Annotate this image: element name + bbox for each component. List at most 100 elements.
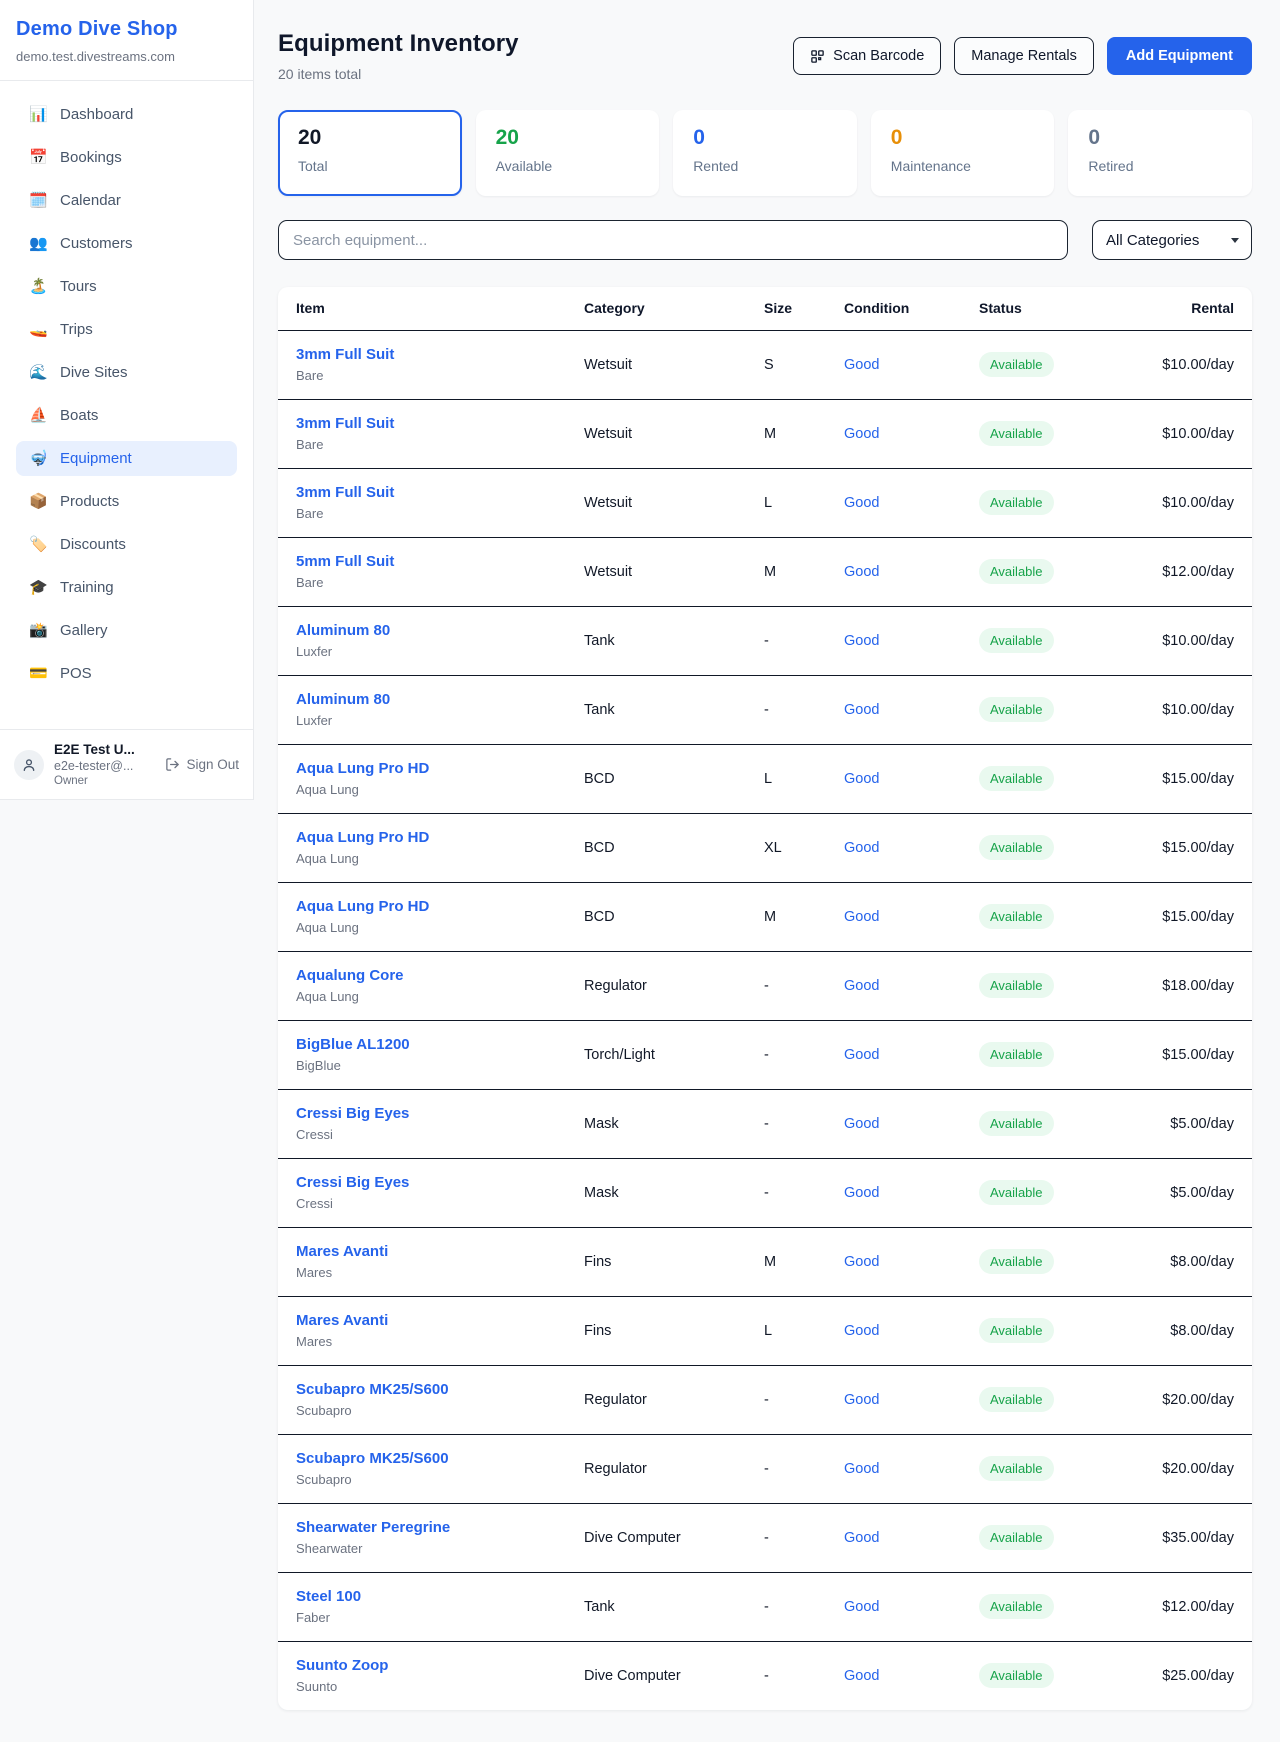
item-condition-link[interactable]: Good xyxy=(844,702,879,718)
sidebar-item-pos[interactable]: 💳 POS xyxy=(16,656,237,691)
item-condition-link[interactable]: Good xyxy=(844,1185,879,1201)
sidebar-item-training[interactable]: 🎓 Training xyxy=(16,570,237,605)
item-name-link[interactable]: 3mm Full Suit xyxy=(296,346,394,363)
status-badge: Available xyxy=(979,421,1054,446)
item-condition-link[interactable]: Good xyxy=(844,1530,879,1546)
stat-card-maintenance[interactable]: 0 Maintenance xyxy=(871,110,1055,196)
item-condition-link[interactable]: Good xyxy=(844,1668,879,1684)
item-condition-link[interactable]: Good xyxy=(844,564,879,580)
item-category: Wetsuit xyxy=(568,399,748,468)
sidebar-item-dashboard[interactable]: 📊 Dashboard xyxy=(16,97,237,132)
item-name-link[interactable]: Cressi Big Eyes xyxy=(296,1105,409,1122)
item-category: Tank xyxy=(568,606,748,675)
user-role: Owner xyxy=(54,775,135,787)
item-condition-link[interactable]: Good xyxy=(844,1254,879,1270)
sidebar-item-trips[interactable]: 🚤 Trips xyxy=(16,312,237,347)
item-brand: Bare xyxy=(296,506,552,521)
item-brand: Faber xyxy=(296,1610,552,1625)
item-rental: $8.00/day xyxy=(1123,1227,1252,1296)
filter-row: All Categories xyxy=(278,220,1252,260)
sidebar-item-equipment[interactable]: 🤿 Equipment xyxy=(16,441,237,476)
item-name-link[interactable]: Aluminum 80 xyxy=(296,691,390,708)
item-condition-link[interactable]: Good xyxy=(844,1461,879,1477)
item-category: Fins xyxy=(568,1296,748,1365)
item-category: Wetsuit xyxy=(568,537,748,606)
item-condition-link[interactable]: Good xyxy=(844,495,879,511)
item-name-link[interactable]: 3mm Full Suit xyxy=(296,415,394,432)
item-rental: $25.00/day xyxy=(1123,1641,1252,1710)
item-name-link[interactable]: Aqualung Core xyxy=(296,967,404,984)
brand-title: Demo Dive Shop xyxy=(16,18,237,41)
sidebar-item-products[interactable]: 📦 Products xyxy=(16,484,237,519)
item-name-link[interactable]: Aqua Lung Pro HD xyxy=(296,898,429,915)
item-name-link[interactable]: Aqua Lung Pro HD xyxy=(296,760,429,777)
category-select[interactable]: All Categories xyxy=(1092,220,1252,260)
sidebar-item-boats[interactable]: ⛵ Boats xyxy=(16,398,237,433)
item-name-link[interactable]: Aqua Lung Pro HD xyxy=(296,829,429,846)
search-input[interactable] xyxy=(278,220,1068,260)
user-box: E2E Test U... e2e-tester@... Owner Sign … xyxy=(0,729,253,799)
item-condition-link[interactable]: Good xyxy=(844,1392,879,1408)
item-name-link[interactable]: Mares Avanti xyxy=(296,1312,388,1329)
item-condition-link[interactable]: Good xyxy=(844,1116,879,1132)
item-condition-link[interactable]: Good xyxy=(844,909,879,925)
manage-rentals-button[interactable]: Manage Rentals xyxy=(954,37,1094,75)
item-brand: Aqua Lung xyxy=(296,989,552,1004)
item-size: - xyxy=(748,1089,828,1158)
stat-card-available[interactable]: 20 Available xyxy=(476,110,660,196)
brand-box: Demo Dive Shop demo.test.divestreams.com xyxy=(0,0,253,81)
stat-card-total[interactable]: 20 Total xyxy=(278,110,462,196)
add-equipment-button[interactable]: Add Equipment xyxy=(1107,37,1252,75)
item-brand: Mares xyxy=(296,1334,552,1349)
page-header-text: Equipment Inventory 20 items total xyxy=(278,30,519,82)
item-category: Regulator xyxy=(568,1365,748,1434)
sign-out-button[interactable]: Sign Out xyxy=(165,757,239,772)
item-condition-link[interactable]: Good xyxy=(844,1599,879,1615)
status-badge: Available xyxy=(979,628,1054,653)
item-name-link[interactable]: Scubapro MK25/S600 xyxy=(296,1450,449,1467)
item-name-link[interactable]: Cressi Big Eyes xyxy=(296,1174,409,1191)
item-rental: $15.00/day xyxy=(1123,1020,1252,1089)
item-condition-link[interactable]: Good xyxy=(844,978,879,994)
sidebar-item-dive-sites[interactable]: 🌊 Dive Sites xyxy=(16,355,237,390)
sidebar-item-discounts[interactable]: 🏷️ Discounts xyxy=(16,527,237,562)
item-condition-link[interactable]: Good xyxy=(844,840,879,856)
table-row: Shearwater Peregrine Shearwater Dive Com… xyxy=(278,1503,1252,1572)
item-name-link[interactable]: Suunto Zoop xyxy=(296,1657,388,1674)
item-name-link[interactable]: Mares Avanti xyxy=(296,1243,388,1260)
stats-row: 20 Total 20 Available 0 Rented 0 Mainten… xyxy=(278,110,1252,196)
sidebar-item-customers[interactable]: 👥 Customers xyxy=(16,226,237,261)
sidebar-item-tours[interactable]: 🏝️ Tours xyxy=(16,269,237,304)
item-name-link[interactable]: 3mm Full Suit xyxy=(296,484,394,501)
scan-barcode-button[interactable]: Scan Barcode xyxy=(793,37,941,75)
sidebar-item-calendar[interactable]: 🗓️ Calendar xyxy=(16,183,237,218)
item-rental: $10.00/day xyxy=(1123,468,1252,537)
item-condition-link[interactable]: Good xyxy=(844,357,879,373)
item-name-link[interactable]: 5mm Full Suit xyxy=(296,553,394,570)
item-size: S xyxy=(748,330,828,399)
item-condition-link[interactable]: Good xyxy=(844,771,879,787)
status-badge: Available xyxy=(979,1249,1054,1274)
item-brand: Cressi xyxy=(296,1127,552,1142)
stat-card-rented[interactable]: 0 Rented xyxy=(673,110,857,196)
status-badge: Available xyxy=(979,490,1054,515)
equipment-table: Item Category Size Condition Status Rent… xyxy=(278,287,1252,1710)
item-category: Mask xyxy=(568,1158,748,1227)
item-condition-link[interactable]: Good xyxy=(844,426,879,442)
table-header: Item Category Size Condition Status Rent… xyxy=(278,287,1252,330)
item-name-link[interactable]: Aluminum 80 xyxy=(296,622,390,639)
status-badge: Available xyxy=(979,559,1054,584)
item-name-link[interactable]: Shearwater Peregrine xyxy=(296,1519,450,1536)
table-row: Aqualung Core Aqua Lung Regulator - Good… xyxy=(278,951,1252,1020)
sidebar-item-gallery[interactable]: 📸 Gallery xyxy=(16,613,237,648)
item-name-link[interactable]: Scubapro MK25/S600 xyxy=(296,1381,449,1398)
item-condition-link[interactable]: Good xyxy=(844,1323,879,1339)
sidebar-item-bookings[interactable]: 📅 Bookings xyxy=(16,140,237,175)
item-name-link[interactable]: BigBlue AL1200 xyxy=(296,1036,410,1053)
item-condition-link[interactable]: Good xyxy=(844,1047,879,1063)
stat-card-retired[interactable]: 0 Retired xyxy=(1068,110,1252,196)
item-name-link[interactable]: Steel 100 xyxy=(296,1588,361,1605)
item-size: - xyxy=(748,1434,828,1503)
status-badge: Available xyxy=(979,1525,1054,1550)
item-condition-link[interactable]: Good xyxy=(844,633,879,649)
